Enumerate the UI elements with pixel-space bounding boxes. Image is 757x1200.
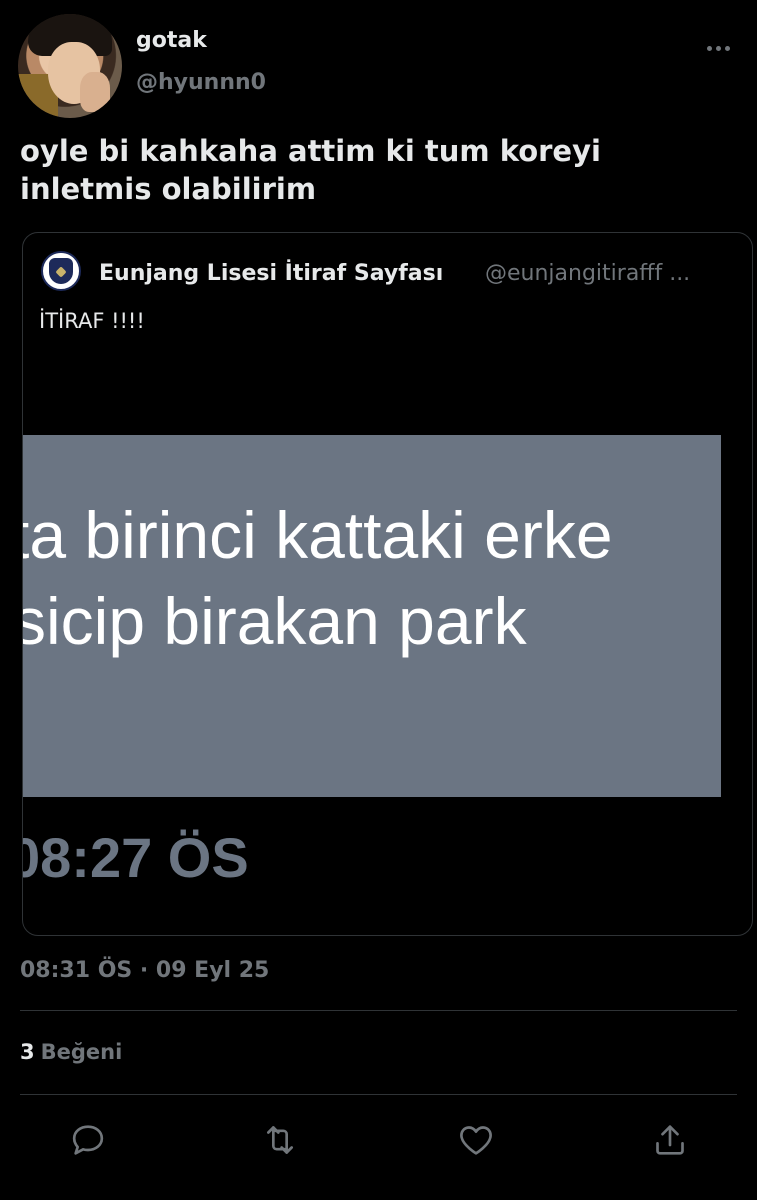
tweet-detail: gotak @hyunnn0 oyle bi kahkaha attim ki … [0,0,757,1200]
tweet-text: oyle bi kahkaha attim ki tum koreyi inle… [20,134,601,206]
quoted-avatar[interactable] [41,251,81,291]
image-text-line-2: sicip birakan park [23,584,527,658]
quoted-display-name: Eunjang Lisesi İtiraf Sayfası [99,261,444,286]
likes-label: Beğeni [40,1040,123,1064]
heart-icon[interactable] [454,1118,498,1162]
quoted-text: İTİRAF !!!! [39,309,145,333]
likes-summary[interactable]: 3 Beğeni [20,1040,122,1064]
divider [20,1010,737,1011]
retweet-icon[interactable] [258,1118,302,1162]
avatar[interactable] [18,14,122,118]
quoted-handle: @eunjangitirafff ... [485,261,691,286]
reply-bubble-icon[interactable] [66,1118,110,1162]
tweet-timestamp[interactable]: 08:31 ÖS · 09 Eyl 25 [20,958,269,983]
divider [20,1094,737,1095]
image-text-line-1: ta birinci kattaki erke [23,498,613,572]
quoted-image-time: 08:27 ÖS [22,826,249,889]
avatar-hand [80,72,110,112]
author-handle[interactable]: @hyunnn0 [136,70,266,95]
action-bar [0,1118,757,1164]
likes-count: 3 [20,1040,35,1064]
quoted-image[interactable]: ta birinci kattaki erke sicip birakan pa… [23,435,721,797]
school-crest-icon [49,258,73,284]
share-upload-icon[interactable] [648,1118,692,1162]
quoted-tweet[interactable]: Eunjang Lisesi İtiraf Sayfası @eunjangit… [22,232,753,936]
author-display-name[interactable]: gotak [136,28,207,53]
more-horizontal-icon[interactable] [700,36,736,60]
